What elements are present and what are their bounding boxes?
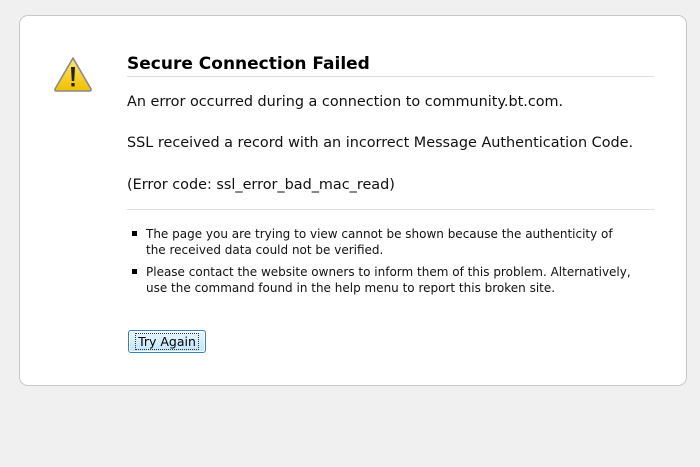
try-again-button[interactable]: Try Again: [128, 330, 206, 353]
bullet-icon: [132, 231, 137, 236]
error-message-ssl: SSL received a record with an incorrect …: [127, 135, 634, 151]
page-title: Secure Connection Failed: [127, 54, 370, 74]
error-box: Secure Connection Failed An error occurr…: [19, 15, 687, 386]
bullet-icon: [132, 269, 137, 274]
details-list: The page you are trying to view cannot b…: [132, 226, 632, 302]
list-item-text: Please contact the website owners to inf…: [146, 265, 631, 295]
error-code: (Error code: ssl_error_bad_mac_read): [127, 177, 395, 193]
try-again-label: Try Again: [135, 333, 199, 350]
title-divider: [127, 76, 654, 77]
list-item: The page you are trying to view cannot b…: [132, 226, 632, 258]
warning-icon: [54, 57, 92, 92]
list-item: Please contact the website owners to inf…: [132, 264, 632, 296]
list-item-text: The page you are trying to view cannot b…: [146, 227, 613, 257]
error-message-connection: An error occurred during a connection to…: [127, 94, 564, 110]
page: Secure Connection Failed An error occurr…: [0, 0, 700, 467]
details-divider: [127, 209, 654, 210]
